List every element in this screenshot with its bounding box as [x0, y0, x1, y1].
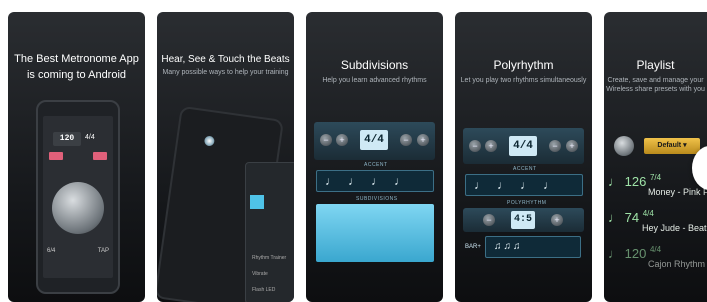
- time-signature: 4/4: [642, 209, 654, 218]
- accent-label: ACCENT: [364, 162, 388, 168]
- phone-red-pad-2: [93, 152, 107, 160]
- note-plus-button[interactable]: +: [417, 134, 429, 146]
- dropdown-value: Default: [657, 142, 682, 149]
- screenshot-card-polyrhythm[interactable]: Polyrhythm Let you play two rhythms simu…: [455, 12, 592, 302]
- small-phone-screen: Rhythm Trainer Vibrate Flash LED: [245, 162, 294, 302]
- time-signature: 4/4: [649, 245, 662, 254]
- beat-minus-button[interactable]: −: [469, 140, 481, 152]
- poly-minus-button[interactable]: −: [483, 214, 495, 226]
- song-name: Money - Pink F: [648, 187, 707, 197]
- time-signature-display: 4/4: [360, 130, 388, 150]
- playlist-item[interactable]: ♩ 74 4/4 Hey Jude - Beatle: [608, 209, 707, 240]
- polyrhythm-panel: − 4:5 +: [463, 208, 584, 232]
- song-name: Hey Jude - Beatle: [642, 223, 707, 233]
- phone-tempo-dial[interactable]: [52, 182, 104, 234]
- note-minus-button[interactable]: −: [400, 134, 412, 146]
- time-signature-panel: − + 4/4 − +: [314, 122, 435, 160]
- poly-plus-button[interactable]: +: [551, 214, 563, 226]
- phone-mockup: 120 4/4 6/4 TAP: [36, 100, 120, 294]
- phone-screen: 120 4/4 6/4 TAP: [43, 116, 113, 278]
- card-title-line1: The Best Metronome App: [14, 53, 139, 65]
- phone-left-button[interactable]: 6/4: [47, 248, 55, 254]
- subdivisions-label: SUBDIVISIONS: [356, 196, 398, 202]
- playlist-dial[interactable]: [614, 136, 634, 156]
- accent-row[interactable]: ♩♩♩♩: [465, 174, 583, 196]
- bpm: 120: [624, 246, 647, 261]
- polyrhythm-bar[interactable]: ♫♫♫: [485, 236, 581, 258]
- phone-sig: 4/4: [85, 134, 95, 141]
- menu-item-3[interactable]: Flash LED: [252, 287, 275, 293]
- song-name: Cajon Rhythm: [648, 259, 706, 269]
- bpm: 126: [624, 174, 647, 189]
- note-minus-button[interactable]: −: [549, 140, 561, 152]
- phone-bpm-display: 120: [53, 132, 81, 146]
- note-plus-button[interactable]: +: [566, 140, 578, 152]
- playlist-item[interactable]: ♩ 126 7/4 Money - Pink F: [608, 173, 707, 204]
- screenshot-card-hear-see-touch[interactable]: Hear, See & Touch the Beats Many possibl…: [157, 12, 294, 302]
- cyan-pad: [250, 195, 264, 209]
- beat-minus-button[interactable]: −: [320, 134, 332, 146]
- card-title: Subdivisions: [340, 58, 409, 72]
- phone-red-pad-1: [49, 152, 63, 160]
- card-subtitle: Many possible ways to help your training: [162, 69, 289, 76]
- phone-right-button[interactable]: TAP: [98, 248, 109, 254]
- menu-item-2[interactable]: Vibrate: [252, 271, 268, 277]
- time-signature-display: 4/4: [509, 136, 537, 156]
- bpm: 74: [624, 210, 640, 225]
- bar-label: BAR+: [465, 244, 481, 250]
- time-signature: 7/4: [649, 173, 662, 182]
- time-signature-panel: − + 4/4 − +: [463, 128, 584, 164]
- accent-label: ACCENT: [513, 166, 537, 172]
- polyrhythm-label: POLYRHYTHM: [507, 200, 547, 206]
- card-title-line2: is coming to Android: [26, 69, 127, 81]
- screenshot-card-subdivisions[interactable]: Subdivisions Help you learn advanced rhy…: [306, 12, 443, 302]
- accent-row[interactable]: ♩♩♩♩: [316, 170, 434, 192]
- card-title: Playlist: [636, 58, 675, 72]
- card-subtitle: Help you learn advanced rhythms: [322, 77, 427, 84]
- screenshot-card-playlist[interactable]: Playlist Create, save and manage your Wi…: [604, 12, 707, 302]
- beat-plus-button[interactable]: +: [485, 140, 497, 152]
- camera-flash: [203, 135, 216, 147]
- card-subtitle-line1: Create, save and manage your: [607, 77, 704, 84]
- card-title: Hear, See & Touch the Beats: [161, 54, 290, 65]
- beat-plus-button[interactable]: +: [336, 134, 348, 146]
- card-title: Polyrhythm: [493, 58, 554, 72]
- screenshot-card-intro[interactable]: The Best Metronome App is coming to Andr…: [8, 12, 145, 302]
- subdivision-grid[interactable]: [316, 204, 434, 262]
- playlist-dropdown[interactable]: Default ▾: [644, 138, 700, 154]
- playlist-item[interactable]: ♩ 120 4/4 Cajon Rhythm: [608, 245, 707, 276]
- phone-bpm: 120: [59, 134, 75, 143]
- card-subtitle: Let you play two rhythms simultaneously: [460, 77, 587, 84]
- polyrhythm-display: 4:5: [511, 211, 535, 229]
- card-subtitle-line2: Wireless share presets with you: [606, 86, 705, 93]
- menu-item-1[interactable]: Rhythm Trainer: [252, 255, 286, 261]
